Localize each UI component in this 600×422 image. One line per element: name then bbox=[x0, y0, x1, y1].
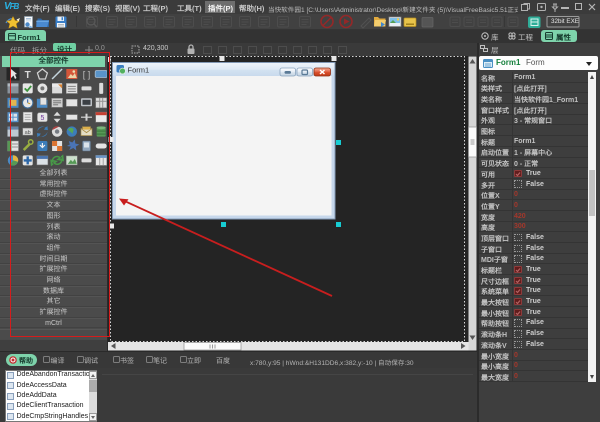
svg-text:Form1: Form1 bbox=[128, 66, 150, 75]
